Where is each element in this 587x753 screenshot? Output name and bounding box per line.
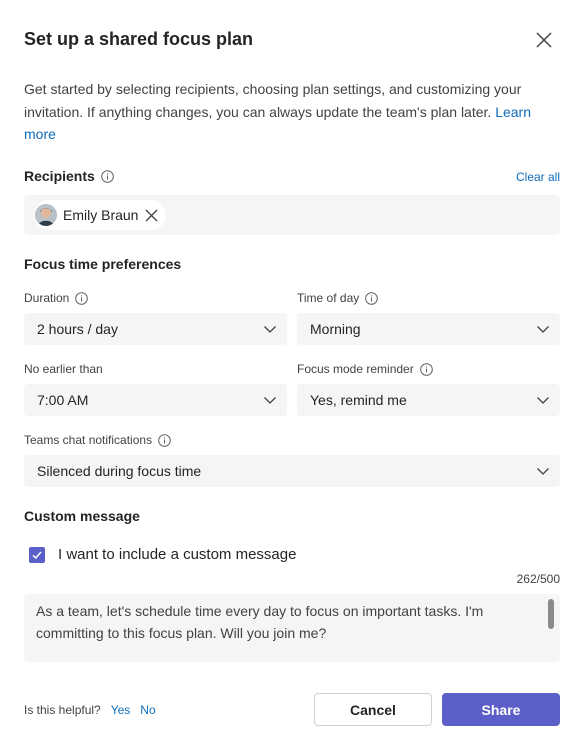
dialog-title: Set up a shared focus plan	[24, 29, 254, 49]
recipient-chip: Emily Braun	[34, 200, 167, 230]
recipients-picker[interactable]: Emily Braun	[24, 195, 560, 235]
feedback-prompt: Is this helpful? Yes No	[24, 703, 156, 717]
cancel-button[interactable]: Cancel	[314, 693, 432, 726]
checkmark-icon	[32, 551, 42, 559]
time-of-day-dropdown[interactable]: Morning	[297, 313, 560, 345]
recipients-label-text: Recipients	[24, 168, 95, 184]
remove-recipient-button[interactable]	[144, 208, 158, 222]
focus-mode-reminder-label: Focus mode reminder	[297, 362, 433, 376]
time-of-day-value: Morning	[310, 321, 361, 337]
custom-message-heading: Custom message	[24, 508, 140, 524]
time-of-day-label: Time of day	[297, 291, 379, 305]
custom-message-heading-text: Custom message	[24, 508, 140, 524]
focus-mode-reminder-value: Yes, remind me	[310, 392, 407, 408]
chevron-down-icon	[264, 397, 276, 404]
teams-chat-notifications-value: Silenced during focus time	[37, 463, 202, 479]
focus-preferences-heading-text: Focus time preferences	[24, 256, 182, 272]
textarea-scrollbar[interactable]	[548, 599, 554, 629]
duration-value: 2 hours / day	[37, 321, 118, 337]
chevron-down-icon	[537, 326, 549, 333]
no-earlier-than-dropdown[interactable]: 7:00 AM	[24, 384, 287, 416]
info-icon[interactable]	[419, 362, 433, 376]
focus-mode-reminder-label-text: Focus mode reminder	[297, 362, 414, 376]
info-icon[interactable]	[101, 169, 114, 183]
custom-message-checkbox-label: I want to include a custom message	[58, 546, 297, 563]
close-icon	[536, 32, 552, 48]
character-counter: 262/500	[516, 572, 560, 586]
duration-label: Duration	[24, 291, 89, 305]
close-button[interactable]	[531, 27, 557, 53]
intro-paragraph: Get started by selecting recipients, cho…	[24, 78, 544, 146]
teams-chat-notifications-dropdown[interactable]: Silenced during focus time	[24, 455, 560, 487]
recipient-name: Emily Braun	[63, 207, 139, 223]
info-icon[interactable]	[365, 291, 379, 305]
custom-message-checkbox-row: I want to include a custom message	[29, 546, 296, 563]
intro-text: Get started by selecting recipients, cho…	[24, 81, 522, 120]
chevron-down-icon	[537, 397, 549, 404]
focus-mode-reminder-dropdown[interactable]: Yes, remind me	[297, 384, 560, 416]
time-of-day-label-text: Time of day	[297, 291, 360, 305]
dismiss-icon	[145, 209, 158, 221]
no-earlier-than-value: 7:00 AM	[37, 392, 89, 408]
helpful-prompt-text: Is this helpful?	[24, 703, 101, 717]
feedback-yes-link[interactable]: Yes	[111, 703, 131, 717]
teams-chat-notifications-label-text: Teams chat notifications	[24, 433, 153, 447]
no-earlier-than-label: No earlier than	[24, 362, 103, 376]
no-earlier-than-label-text: No earlier than	[24, 362, 103, 376]
custom-message-checkbox[interactable]	[29, 546, 45, 563]
custom-message-text: As a team, let's schedule time every day…	[36, 603, 484, 641]
avatar	[35, 204, 57, 226]
share-button[interactable]: Share	[442, 693, 560, 726]
recipients-label: Recipients	[24, 168, 114, 184]
chevron-down-icon	[537, 468, 549, 475]
info-icon[interactable]	[158, 433, 171, 447]
duration-label-text: Duration	[24, 291, 70, 305]
clear-all-button[interactable]: Clear all	[516, 170, 560, 184]
chevron-down-icon	[264, 326, 276, 333]
info-icon[interactable]	[75, 291, 89, 305]
focus-preferences-heading: Focus time preferences	[24, 256, 181, 272]
teams-chat-notifications-label: Teams chat notifications	[24, 433, 171, 447]
feedback-no-link[interactable]: No	[140, 703, 155, 717]
focus-plan-dialog: Set up a shared focus plan Get started b…	[0, 0, 587, 753]
custom-message-textarea[interactable]: As a team, let's schedule time every day…	[24, 594, 560, 662]
duration-dropdown[interactable]: 2 hours / day	[24, 313, 287, 345]
